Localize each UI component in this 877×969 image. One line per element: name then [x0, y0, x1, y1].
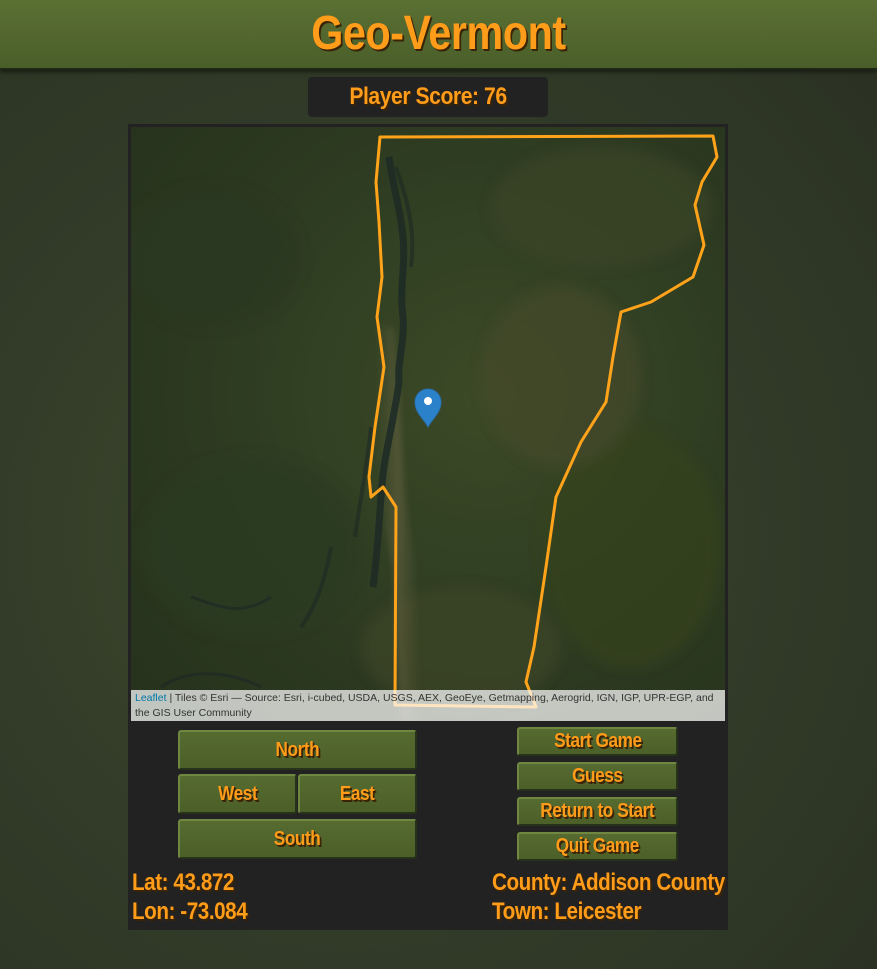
leaflet-link[interactable]: Leaflet — [135, 692, 167, 704]
north-label: North — [275, 739, 320, 761]
south-button[interactable]: South — [178, 819, 417, 859]
county-readout: County: Addison County — [492, 869, 725, 896]
score-panel: Player Score: 76 — [308, 77, 548, 117]
west-label: West — [217, 783, 258, 805]
guess-label: Guess — [572, 765, 623, 787]
player-score: Player Score: 76 — [349, 83, 507, 110]
east-label: East — [340, 783, 375, 805]
map-attribution: Leaflet | Tiles © Esri — Source: Esri, i… — [131, 690, 725, 721]
start-game-label: Start Game — [553, 730, 642, 752]
return-to-start-button[interactable]: Return to Start — [517, 797, 678, 826]
map-imagery — [131, 127, 725, 721]
return-to-start-label: Return to Start — [540, 800, 655, 822]
quit-game-label: Quit Game — [555, 835, 640, 857]
town-readout: Town: Leicester — [492, 898, 642, 925]
satellite-map[interactable]: Leaflet | Tiles © Esri — Source: Esri, i… — [131, 127, 725, 721]
latitude-readout: Lat: 43.872 — [132, 869, 234, 896]
start-game-button[interactable]: Start Game — [517, 727, 678, 756]
north-button[interactable]: North — [178, 730, 417, 770]
longitude-readout: Lon: -73.084 — [132, 898, 248, 925]
east-button[interactable]: East — [298, 774, 417, 814]
guess-button[interactable]: Guess — [517, 762, 678, 791]
west-button[interactable]: West — [178, 774, 297, 814]
south-label: South — [274, 828, 321, 850]
game-title: Geo-Vermont — [311, 7, 566, 60]
attribution-text: | Tiles © Esri — Source: Esri, i-cubed, … — [135, 692, 714, 719]
control-panel: North West East South Start Game Guess R… — [128, 724, 728, 930]
header-bar: Geo-Vermont — [0, 0, 877, 70]
quit-game-button[interactable]: Quit Game — [517, 832, 678, 861]
